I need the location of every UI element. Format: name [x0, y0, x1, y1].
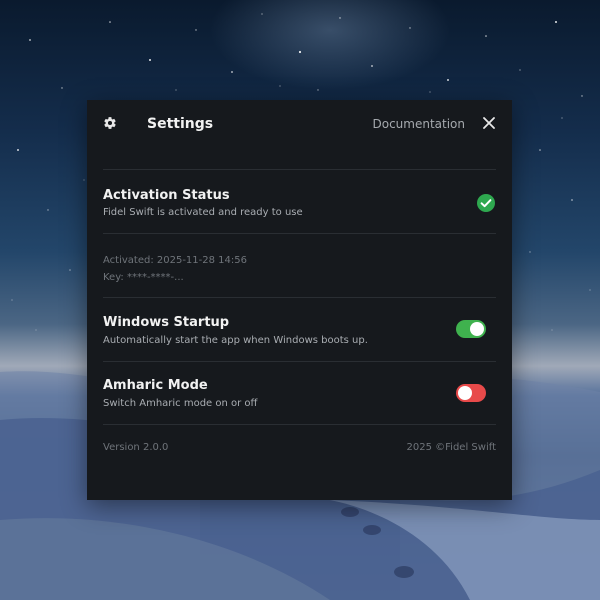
- amharic-toggle[interactable]: [456, 384, 486, 402]
- close-icon[interactable]: [482, 116, 496, 130]
- documentation-link[interactable]: Documentation: [372, 117, 465, 131]
- activation-description: Fidel Swift is activated and ready to us…: [103, 207, 303, 218]
- startup-description: Automatically start the app when Windows…: [103, 335, 368, 346]
- toggle-knob: [458, 386, 472, 400]
- startup-title: Windows Startup: [103, 315, 230, 330]
- license-key: Key: ****-****-...: [103, 272, 184, 283]
- gear-icon: [104, 117, 116, 129]
- divider: [103, 233, 496, 234]
- amharic-title: Amharic Mode: [103, 378, 208, 393]
- divider: [103, 424, 496, 425]
- check-circle-icon: [477, 194, 495, 212]
- window-title: Settings: [147, 116, 214, 132]
- activation-title: Activation Status: [103, 188, 230, 203]
- title-bar: Settings Documentation: [87, 100, 512, 150]
- startup-toggle[interactable]: [456, 320, 486, 338]
- divider: [103, 361, 496, 362]
- amharic-description: Switch Amharic mode on or off: [103, 398, 258, 409]
- settings-window: Settings Documentation Activation Status…: [87, 100, 512, 500]
- desktop-background: Settings Documentation Activation Status…: [0, 0, 600, 600]
- check-circle-fill: [477, 194, 495, 212]
- copyright-label: 2025 ©Fidel Swift: [406, 442, 496, 453]
- toggle-knob: [470, 322, 484, 336]
- divider: [103, 297, 496, 298]
- activated-date: Activated: 2025-11-28 14:56: [103, 255, 247, 266]
- divider: [103, 169, 496, 170]
- version-label: Version 2.0.0: [103, 442, 169, 453]
